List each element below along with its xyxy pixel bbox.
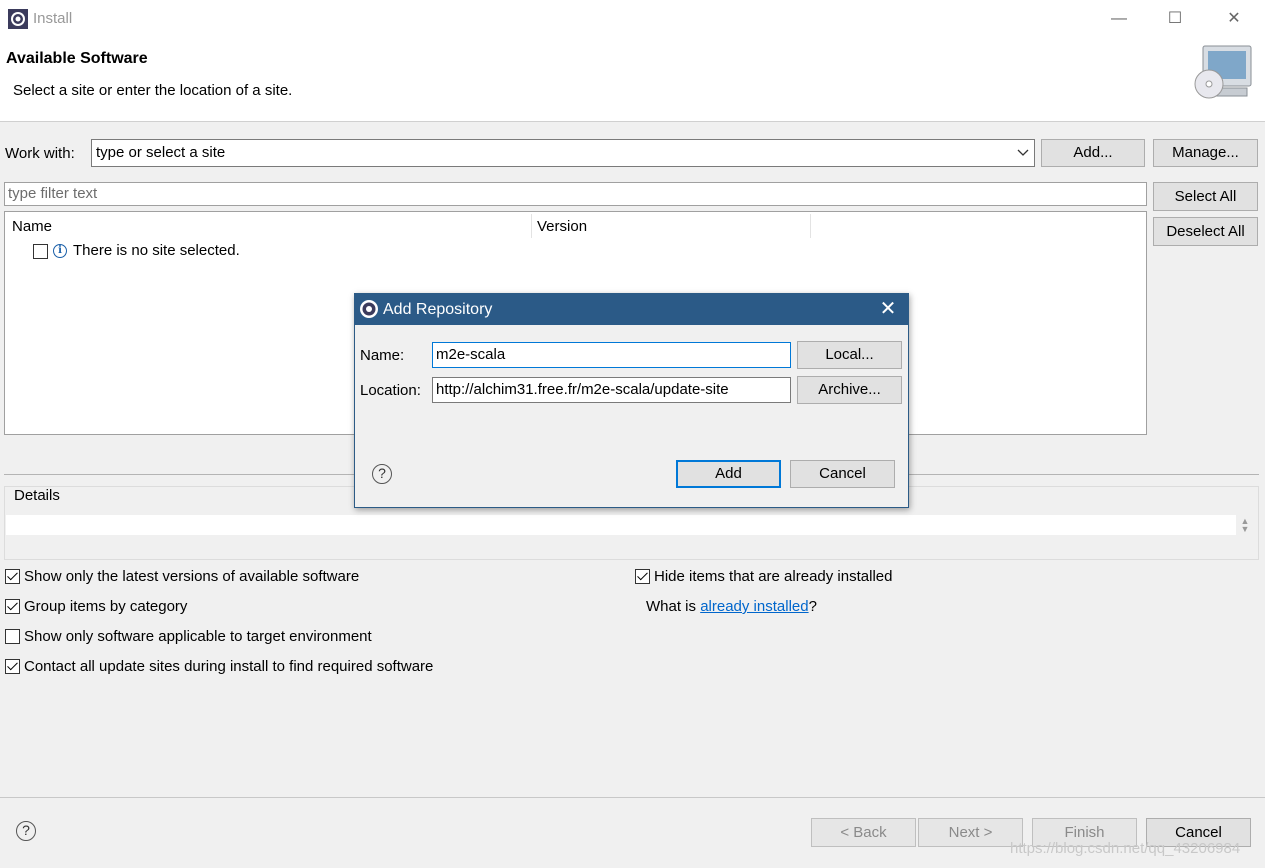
column-separator [810,214,811,238]
already-installed-link[interactable]: already installed [700,598,808,615]
dialog-title: Add Repository [383,301,493,318]
eclipse-app-icon [8,9,28,29]
work-with-label: Work with: [5,145,75,162]
details-text [6,515,1236,535]
name-label: Name: [360,347,405,364]
chevron-down-icon [1017,149,1029,156]
page-description: Select a site or enter the location of a… [13,82,293,99]
group-by-category-checkbox[interactable] [5,599,20,614]
manage-sites-button[interactable]: Manage... [1153,139,1258,167]
window-title: Install [33,10,73,27]
minimize-button[interactable]: — [1104,6,1134,32]
work-with-combo[interactable]: type or select a site [91,139,1035,167]
contact-sites-checkbox[interactable] [5,659,20,674]
show-applicable-label: Show only software applicable to target … [24,628,372,645]
next-button[interactable]: Next > [918,818,1023,847]
footer-separator [0,797,1265,798]
hide-installed-label: Hide items that are already installed [654,568,893,585]
show-latest-checkbox[interactable] [5,569,20,584]
add-repository-dialog: Add Repository ✕ Name: m2e-scala Local..… [354,293,909,508]
local-button[interactable]: Local... [797,341,902,369]
help-icon[interactable]: ? [16,821,36,841]
maximize-button[interactable]: ☐ [1160,6,1190,32]
group-by-category-label: Group items by category [24,598,188,615]
window-titlebar: Install — ☐ ✕ [0,0,1265,38]
show-latest-label: Show only the latest versions of availab… [24,568,360,585]
close-icon[interactable]: ✕ [876,297,900,321]
column-header-version[interactable]: Version [537,218,587,235]
contact-sites-label: Contact all update sites during install … [24,658,434,675]
deselect-all-button[interactable]: Deselect All [1153,217,1258,246]
column-header-name[interactable]: Name [12,218,52,235]
page-title: Available Software [6,50,148,67]
back-button[interactable]: < Back [811,818,916,847]
column-separator [531,214,532,238]
select-all-button[interactable]: Select All [1153,182,1258,211]
install-computer-icon [1194,45,1252,99]
tree-row-label: There is no site selected. [73,242,240,259]
details-label: Details [13,487,61,504]
watermark: https://blog.csdn.net/qq_43206984 [1010,840,1241,857]
add-button[interactable]: Add [676,460,781,488]
help-icon[interactable]: ? [372,464,392,484]
add-site-button[interactable]: Add... [1041,139,1145,167]
work-with-value: type or select a site [96,144,226,161]
row-checkbox[interactable] [33,244,48,259]
info-icon: i [53,244,67,258]
location-label: Location: [360,382,421,399]
filter-input[interactable]: type filter text [4,182,1147,206]
show-applicable-checkbox[interactable] [5,629,20,644]
details-scroll-icon[interactable]: ▲ ▼ [1240,517,1250,535]
name-field[interactable]: m2e-scala [432,342,791,368]
wizard-header: Available Software Select a site or ente… [0,38,1265,122]
dialog-cancel-button[interactable]: Cancel [790,460,895,488]
dialog-titlebar: Add Repository ✕ [355,294,908,325]
eclipse-app-icon [360,300,378,318]
hide-installed-checkbox[interactable] [635,569,650,584]
close-window-button[interactable]: ✕ [1219,6,1249,32]
archive-button[interactable]: Archive... [797,376,902,404]
what-is-installed-text: What is already installed? [646,598,817,615]
location-field[interactable]: http://alchim31.free.fr/m2e-scala/update… [432,377,791,403]
